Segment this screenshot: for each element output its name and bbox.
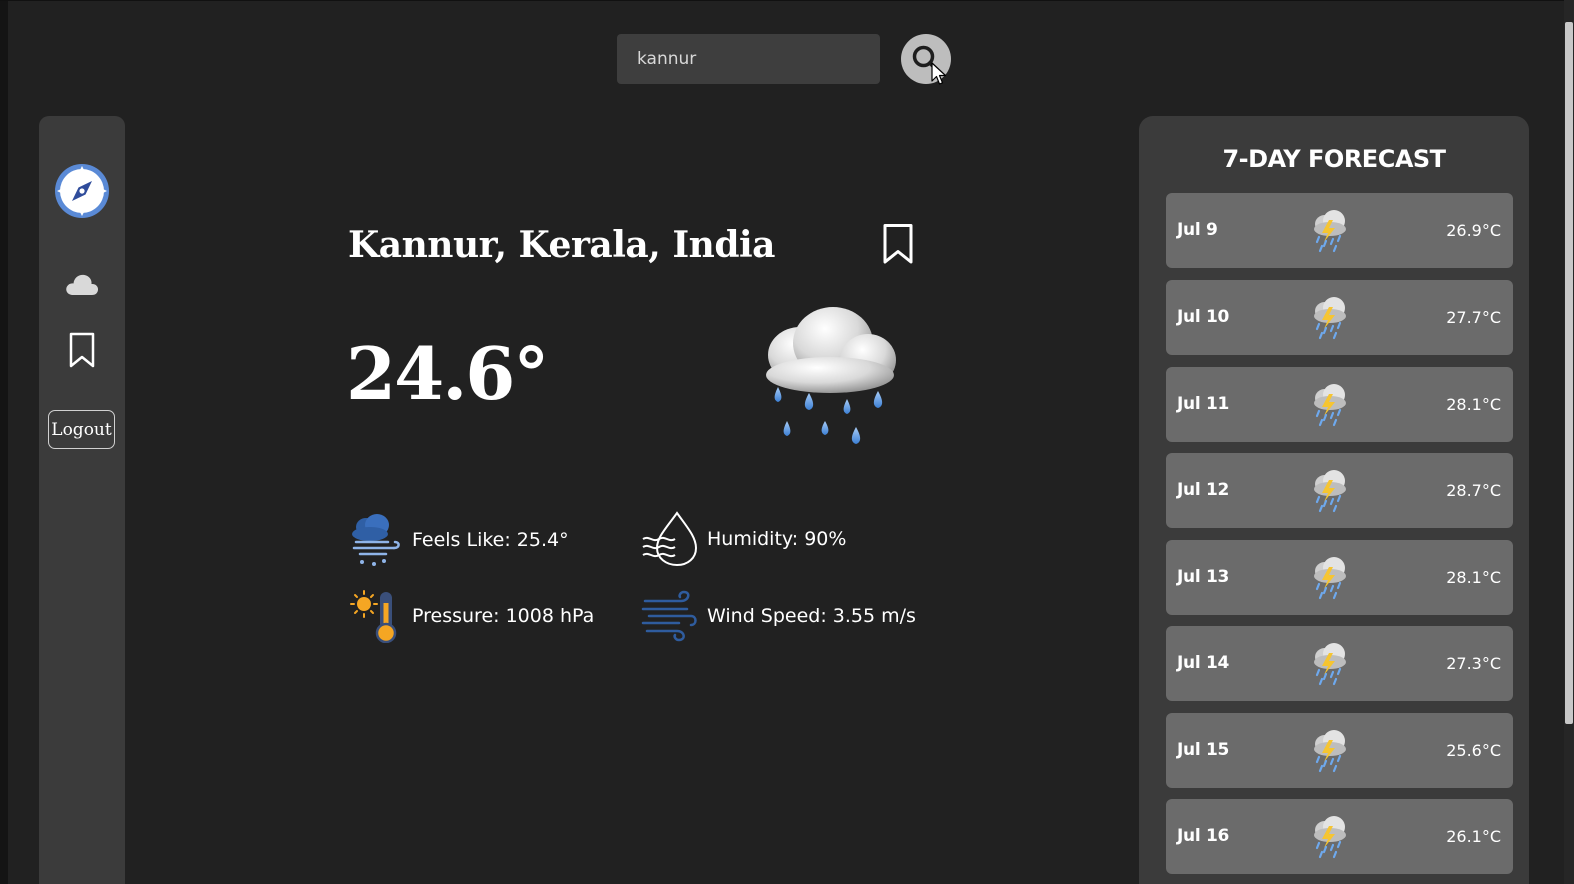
forecast-temp: 25.6°C [1446, 741, 1501, 760]
forecast-row[interactable]: Jul 14 27.3°C [1166, 626, 1513, 701]
forecast-title: 7-DAY FORECAST [1222, 145, 1446, 173]
saved-bookmark-icon[interactable] [68, 332, 96, 368]
forecast-temp: 27.7°C [1446, 308, 1501, 327]
current-temperature: 24.6° [346, 331, 549, 416]
forecast-date: Jul 13 [1177, 567, 1230, 587]
forecast-temp: 28.7°C [1446, 481, 1501, 500]
forecast-date: Jul 16 [1177, 826, 1230, 846]
forecast-row[interactable]: Jul 12 28.7°C [1166, 453, 1513, 528]
forecast-row[interactable]: Jul 9 26.9°C [1166, 193, 1513, 268]
forecast-row[interactable]: Jul 16 26.1°C [1166, 799, 1513, 874]
forecast-date: Jul 11 [1177, 394, 1230, 414]
feels-like-icon [352, 514, 400, 566]
forecast-row[interactable]: Jul 10 27.7°C [1166, 280, 1513, 355]
forecast-temp: 27.3°C [1446, 654, 1501, 673]
forecast-date: Jul 14 [1177, 653, 1230, 673]
feels-like-detail: Feels Like: 25.4° [350, 513, 569, 567]
forecast-date: Jul 15 [1177, 740, 1230, 760]
thunderstorm-icon [1309, 295, 1351, 340]
humidity-text: Humidity: 90% [707, 528, 847, 550]
forecast-temp: 28.1°C [1446, 395, 1501, 414]
thunderstorm-icon [1309, 208, 1351, 253]
thunderstorm-icon [1309, 382, 1351, 427]
forecast-row[interactable]: Jul 11 28.1°C [1166, 367, 1513, 442]
forecast-temp: 28.1°C [1446, 568, 1501, 587]
thunderstorm-icon [1309, 728, 1351, 773]
pressure-detail: Pressure: 1008 hPa [350, 589, 594, 643]
thunderstorm-icon [1309, 468, 1351, 513]
thunderstorm-icon [1309, 641, 1351, 686]
location-title: Kannur, Kerala, India [348, 224, 776, 266]
window-frame-left [0, 0, 8, 884]
forecast-date: Jul 9 [1177, 220, 1218, 240]
forecast-row[interactable]: Jul 15 25.6°C [1166, 713, 1513, 788]
forecast-row[interactable]: Jul 13 28.1°C [1166, 540, 1513, 615]
page-scrollbar[interactable] [1564, 0, 1574, 884]
scrollbar-thumb[interactable] [1565, 22, 1573, 724]
search-input[interactable] [617, 34, 880, 84]
pressure-text: Pressure: 1008 hPa [412, 605, 595, 627]
wind-icon [641, 590, 697, 642]
forecast-date: Jul 10 [1177, 307, 1230, 327]
forecast-date: Jul 12 [1177, 480, 1230, 500]
thunderstorm-icon [1309, 555, 1351, 600]
feels-like-text: Feels Like: 25.4° [412, 529, 569, 551]
sidebar: Logout [39, 116, 125, 884]
mouse-cursor-icon [931, 62, 947, 85]
forecast-temp: 26.1°C [1446, 827, 1501, 846]
humidity-drop-icon [642, 511, 697, 567]
logout-button[interactable]: Logout [48, 410, 115, 449]
forecast-panel: 7-DAY FORECAST Jul 9 26.9°C Jul 10 27.7°… [1139, 116, 1529, 884]
compass-logo-icon[interactable] [54, 163, 110, 219]
humidity-detail: Humidity: 90% [641, 511, 846, 567]
weather-cloud-icon[interactable] [64, 269, 100, 299]
thunderstorm-icon [1309, 814, 1351, 859]
bookmark-location-icon[interactable] [882, 223, 914, 265]
pressure-thermometer-icon [350, 590, 397, 643]
wind-speed-text: Wind Speed: 3.55 m/s [707, 605, 916, 627]
forecast-temp: 26.9°C [1446, 221, 1501, 240]
wind-speed-detail: Wind Speed: 3.55 m/s [641, 589, 916, 643]
window-frame-top [0, 0, 1574, 1]
rain-cloud-icon [766, 307, 896, 444]
